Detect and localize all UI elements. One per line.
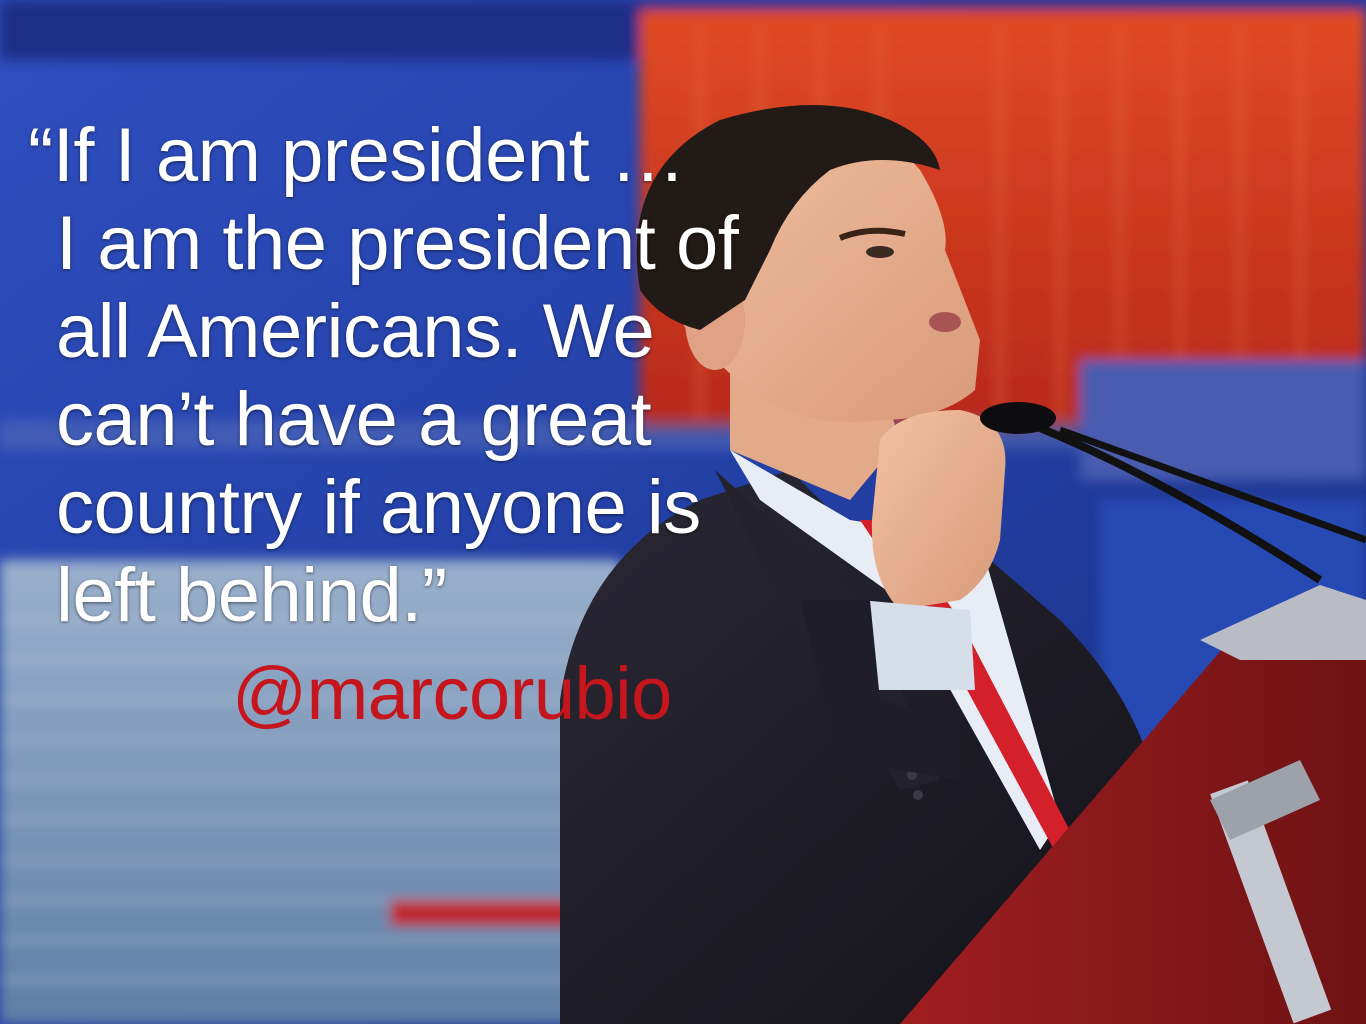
quote-line: country if anyone is <box>56 465 701 550</box>
quote-line: can’t have a great <box>56 377 652 462</box>
quote-line: I am the president of <box>56 201 739 286</box>
quote-card: “If I am president … I am the president … <box>0 0 1366 1024</box>
quote-line: all Americans. We <box>56 289 655 374</box>
quote-line: “If I am president … <box>28 113 686 198</box>
quote-line: left behind.” <box>56 553 447 638</box>
twitter-handle: @marcorubio <box>232 652 672 735</box>
